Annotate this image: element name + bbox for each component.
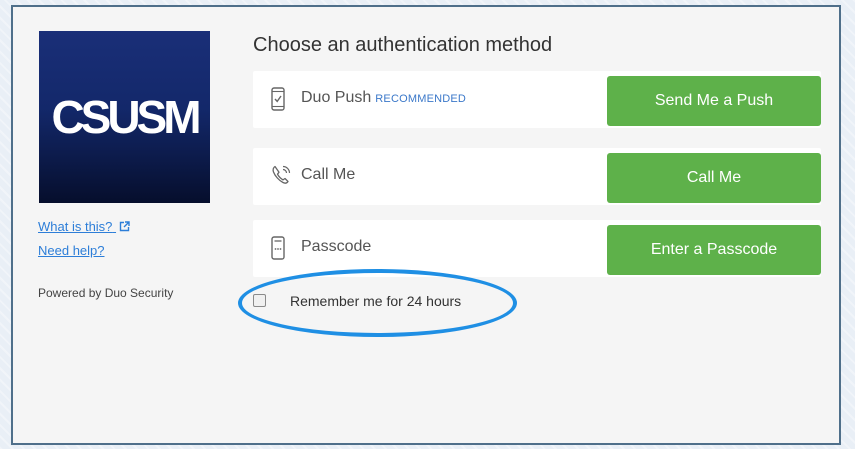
what-is-this-label: What is this? (38, 219, 113, 234)
phone-check-icon (271, 87, 285, 111)
auth-frame: CSUSM What is this? Need help? Powered b… (11, 5, 841, 445)
method-row-passcode: Passcode Enter a Passcode (253, 220, 821, 277)
method-row-duo-push: Duo Push RECOMMENDED Send Me a Push (253, 71, 821, 128)
method-label-duo-push: Duo Push RECOMMENDED (301, 89, 466, 107)
what-is-this-link[interactable]: What is this? (38, 219, 130, 234)
page-title: Choose an authentication method (253, 34, 553, 56)
passcode-label: Passcode (301, 238, 372, 255)
passcode-device-icon (271, 236, 285, 260)
need-help-link[interactable]: Need help? (38, 243, 105, 258)
recommended-badge: RECOMMENDED (375, 93, 467, 105)
phone-call-icon (272, 165, 291, 184)
send-push-button[interactable]: Send Me a Push (607, 76, 821, 126)
call-me-label: Call Me (301, 166, 356, 183)
remember-me-checkbox[interactable] (253, 294, 266, 307)
csusm-logo: CSUSM (39, 31, 210, 203)
call-me-button[interactable]: Call Me (607, 153, 821, 203)
external-link-icon (119, 221, 130, 232)
duo-push-label: Duo Push (301, 89, 372, 106)
remember-me-label[interactable]: Remember me for 24 hours (290, 293, 461, 309)
method-row-call-me: Call Me Call Me (253, 148, 821, 205)
powered-by-text: Powered by Duo Security (38, 286, 174, 300)
enter-passcode-button[interactable]: Enter a Passcode (607, 225, 821, 275)
logo-text: CSUSM (51, 91, 201, 143)
